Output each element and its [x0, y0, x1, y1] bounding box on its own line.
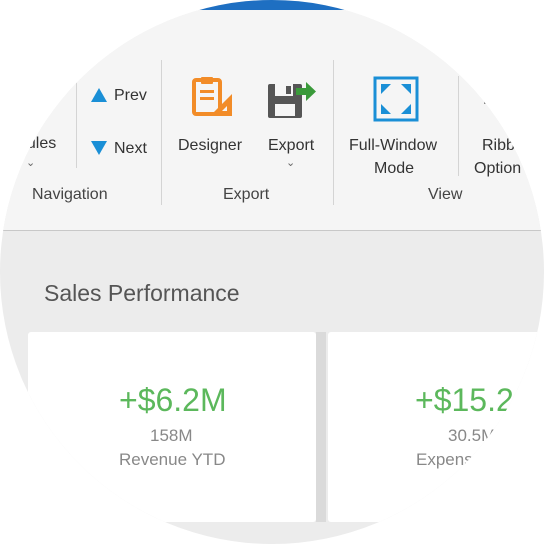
chevron-down-icon: ⌄: [286, 157, 296, 169]
ribbon-tab-label[interactable]: ns: [108, 30, 125, 48]
next-label: Next: [114, 140, 147, 157]
triangle-down-icon: [91, 141, 107, 155]
separator: [76, 78, 77, 168]
ribbon-options-button[interactable]: Ribb Option: [470, 70, 544, 180]
ribbon-tab-row: ns: [0, 10, 544, 50]
prev-label: Prev: [114, 87, 147, 104]
kpi-target: 158M: [150, 426, 193, 445]
view-group-label: View: [428, 186, 463, 203]
fullscreen-icon: [373, 76, 419, 122]
ribbon-bottom-edge: [0, 212, 544, 231]
full-window-label-line2: Mode: [374, 160, 415, 177]
ribbon-options-icon: [484, 98, 490, 104]
designer-icon: [192, 77, 232, 116]
app-window: ns dules ⌄ Prev Next Navigation Designer…: [0, 0, 544, 544]
ribbon: dules ⌄ Prev Next Navigation Designer Ex…: [0, 50, 544, 212]
separator: [161, 60, 162, 205]
separator: [333, 60, 334, 205]
kpi-value: +$15.2: [415, 382, 514, 418]
kpi-label: Revenue YTD: [119, 450, 226, 469]
navigation-group-label: Navigation: [32, 186, 108, 203]
export-button[interactable]: Export ⌄: [262, 70, 324, 180]
export-label: Export: [268, 137, 315, 154]
kpi-card-revenue[interactable]: +$6.2M 158M Revenue YTD: [28, 332, 316, 522]
designer-button[interactable]: Designer: [172, 70, 250, 156]
triangle-up-icon: [91, 88, 107, 102]
chevron-down-icon: ⌄: [26, 157, 36, 169]
prev-button[interactable]: Prev: [88, 82, 154, 108]
modules-button[interactable]: dules ⌄: [14, 132, 74, 182]
ribbon-options-label-line2: Option: [474, 160, 522, 177]
full-window-label-line1: Full-Window: [349, 137, 438, 154]
ribbon-options-label-line1: Ribb: [482, 137, 515, 154]
title-bar: [0, 0, 544, 10]
full-window-mode-button[interactable]: Full-Window Mode: [344, 70, 448, 180]
separator: [458, 76, 459, 176]
export-icon: [268, 82, 316, 118]
export-group-label: Export: [223, 186, 270, 203]
page-title: Sales Performance: [44, 280, 240, 306]
kpi-label: Expens: [416, 450, 473, 469]
designer-label: Designer: [178, 137, 243, 154]
card-divider: [316, 332, 326, 522]
kpi-target: 30.5M: [448, 426, 496, 445]
kpi-value: +$6.2M: [119, 382, 227, 418]
modules-label: dules: [18, 135, 57, 152]
next-button[interactable]: Next: [88, 135, 154, 161]
kpi-card-expenses[interactable]: +$15.2 30.5M Expens: [328, 332, 544, 522]
